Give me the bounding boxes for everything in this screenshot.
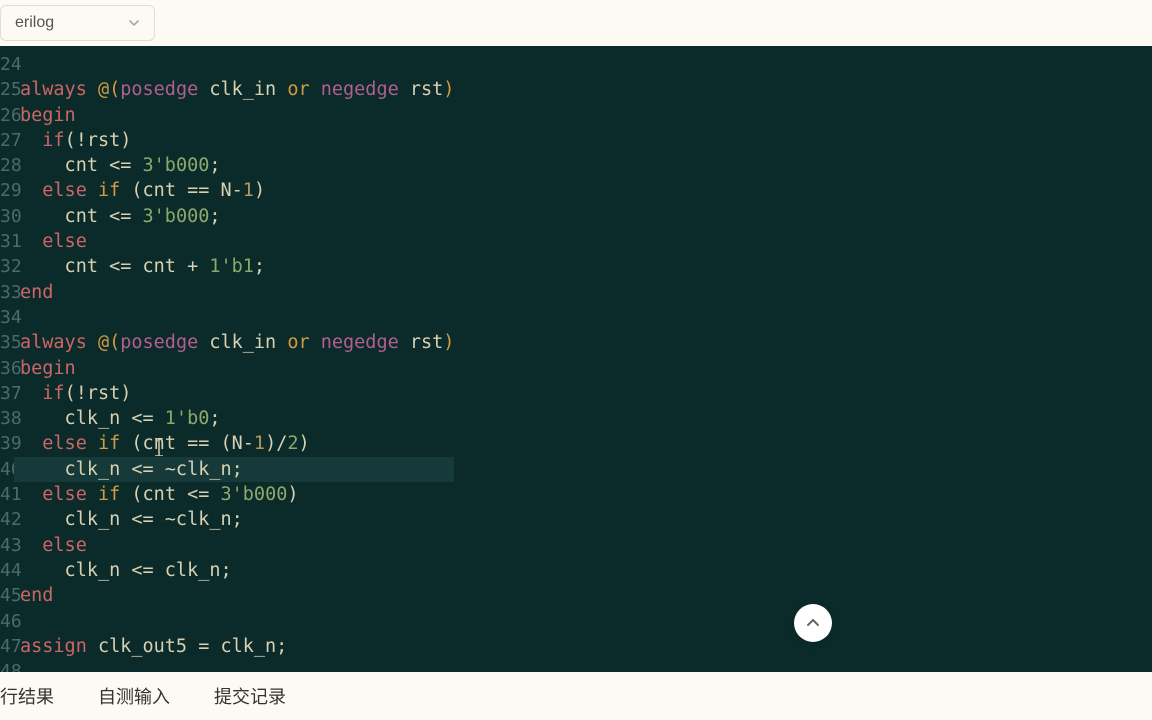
line-number: 36 <box>0 356 14 381</box>
line-number: 24 <box>0 52 14 77</box>
code-line[interactable]: clk_n <= 1'b0; <box>20 406 454 431</box>
line-number: 44 <box>0 558 14 583</box>
code-line[interactable]: assign clk_out5 = clk_n; <box>20 634 454 659</box>
code-line[interactable]: begin <box>20 103 454 128</box>
code-editor[interactable]: 2425262728293031323334353637383940414243… <box>0 46 1152 672</box>
code-line[interactable]: else if (cnt <= 3'b000) <box>20 482 454 507</box>
code-line[interactable]: cnt <= 3'b000; <box>20 153 454 178</box>
tab-self-test[interactable]: 自测输入 <box>98 683 170 709</box>
code-line[interactable]: always @(posedge clk_in or negedge rst) <box>20 77 454 102</box>
line-gutter: 2425262728293031323334353637383940414243… <box>0 46 14 672</box>
line-number: 39 <box>0 431 14 456</box>
code-line[interactable]: clk_n <= ~clk_n; <box>14 457 454 482</box>
toolbar: erilog <box>0 0 1152 46</box>
line-number: 32 <box>0 254 14 279</box>
line-number: 35 <box>0 330 14 355</box>
code-line[interactable]: begin <box>20 356 454 381</box>
line-number: 30 <box>0 204 14 229</box>
chevron-down-icon <box>128 17 140 29</box>
code-line[interactable] <box>20 609 454 634</box>
code-line[interactable]: end <box>20 583 454 608</box>
code-line[interactable]: else if (cnt == (N-1)/2) <box>20 431 454 456</box>
code-line[interactable]: clk_n <= clk_n; <box>20 558 454 583</box>
line-number: 41 <box>0 482 14 507</box>
code-line[interactable]: else if (cnt == N-1) <box>20 178 454 203</box>
line-number: 37 <box>0 381 14 406</box>
line-number: 26 <box>0 103 14 128</box>
line-number: 28 <box>0 153 14 178</box>
scroll-to-top-button[interactable] <box>794 604 832 642</box>
line-number: 31 <box>0 229 14 254</box>
line-number: 42 <box>0 507 14 532</box>
line-number: 45 <box>0 583 14 608</box>
line-number: 38 <box>0 406 14 431</box>
language-select[interactable]: erilog <box>0 5 155 41</box>
line-number: 46 <box>0 609 14 634</box>
code-line[interactable]: always @(posedge clk_in or negedge rst) <box>20 330 454 355</box>
code-line[interactable]: if(!rst) <box>20 128 454 153</box>
code-line[interactable]: cnt <= cnt + 1'b1; <box>20 254 454 279</box>
line-number: 29 <box>0 178 14 203</box>
code-line[interactable] <box>20 305 454 330</box>
line-number: 34 <box>0 305 14 330</box>
language-select-label: erilog <box>15 14 54 32</box>
tab-submit-history[interactable]: 提交记录 <box>214 683 286 709</box>
line-number: 25 <box>0 77 14 102</box>
chevron-up-icon <box>805 615 821 631</box>
line-number: 33 <box>0 280 14 305</box>
code-content[interactable]: always @(posedge clk_in or negedge rst)b… <box>20 52 454 672</box>
line-number: 27 <box>0 128 14 153</box>
code-line[interactable]: else <box>20 533 454 558</box>
code-line[interactable] <box>20 52 454 77</box>
bottom-tabs: 行结果 自测输入 提交记录 <box>0 672 1152 720</box>
code-line[interactable] <box>20 659 454 672</box>
code-line[interactable]: else <box>20 229 454 254</box>
code-line[interactable]: end <box>20 280 454 305</box>
code-line[interactable]: if(!rst) <box>20 381 454 406</box>
line-number: 43 <box>0 533 14 558</box>
code-line[interactable]: clk_n <= ~clk_n; <box>20 507 454 532</box>
line-number: 48 <box>0 659 14 672</box>
tab-run-result[interactable]: 行结果 <box>0 683 54 709</box>
line-number: 40 <box>0 457 14 482</box>
line-number: 47 <box>0 634 14 659</box>
code-line[interactable]: cnt <= 3'b000; <box>20 204 454 229</box>
